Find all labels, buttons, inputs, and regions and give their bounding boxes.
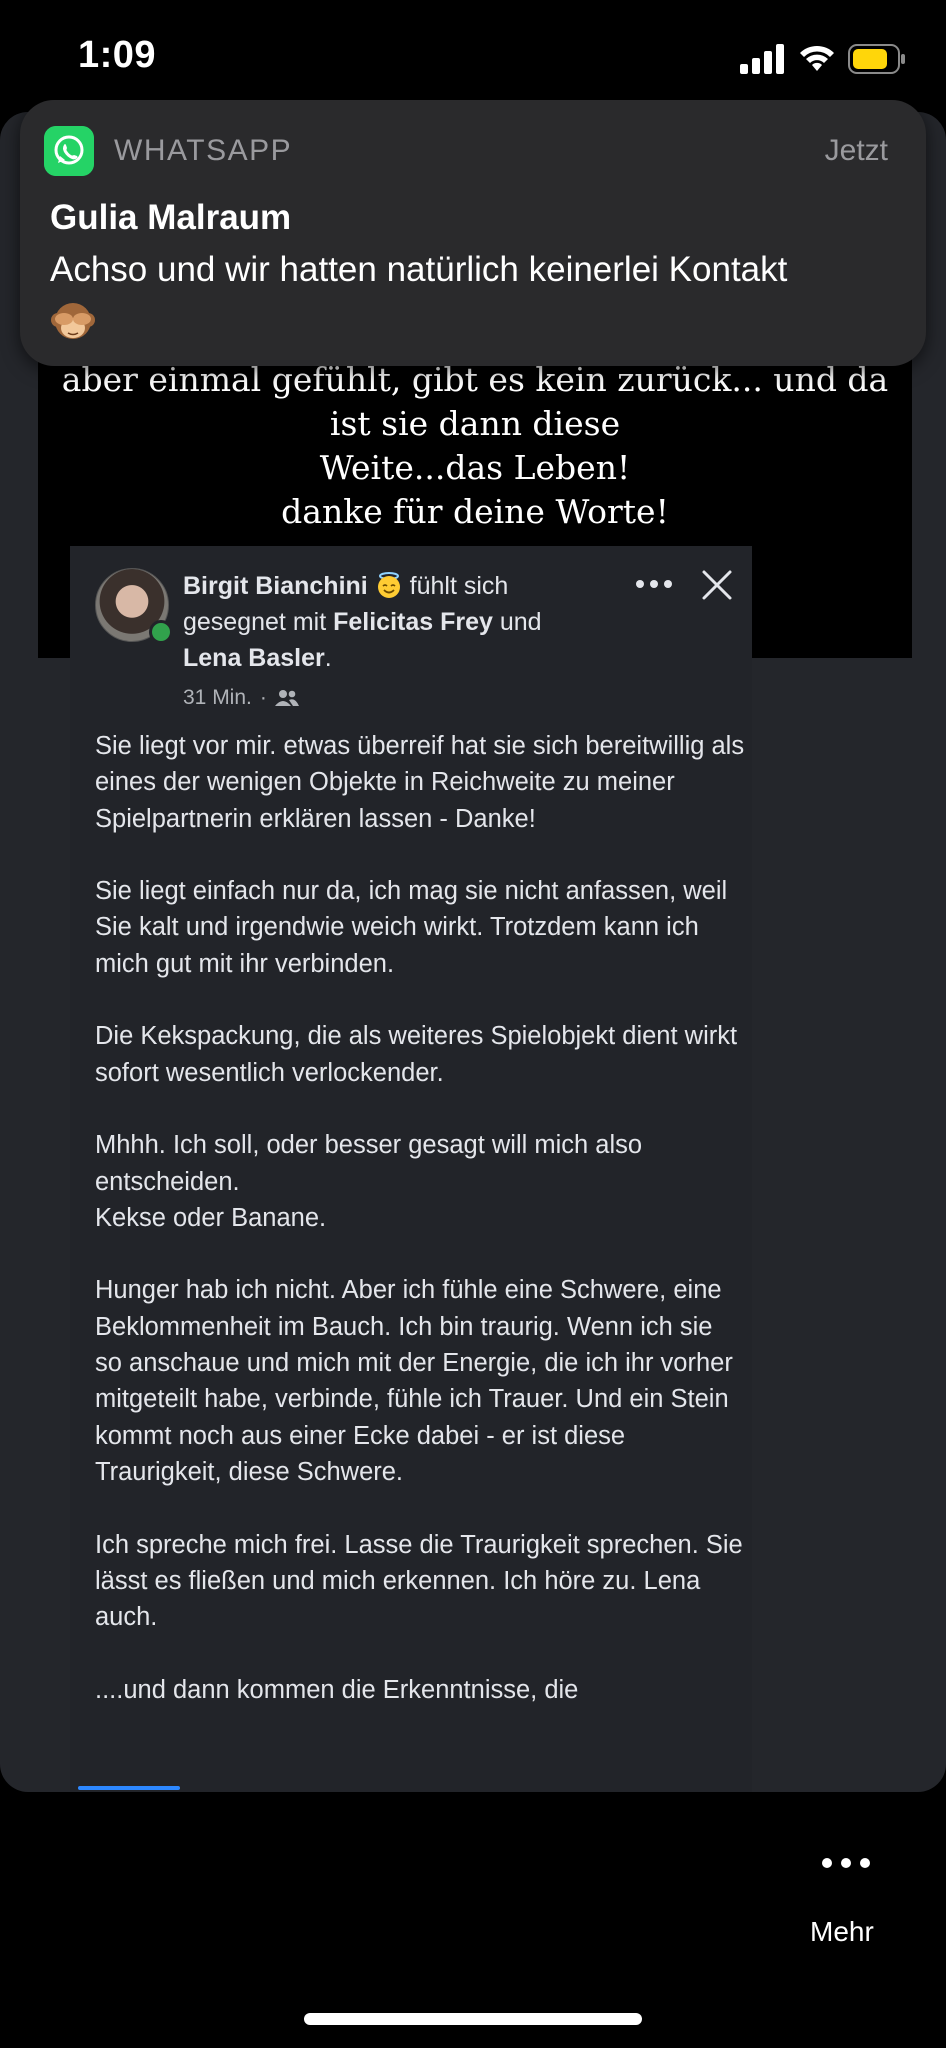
post-time[interactable]: 31 Min.	[183, 686, 252, 710]
period: .	[324, 644, 332, 672]
post-header: Birgit Bianchini fühlt sich gesegnet mit…	[183, 568, 613, 676]
see-no-evil-monkey-icon	[51, 303, 95, 339]
conjunction: und	[499, 608, 542, 636]
story-progress-bar	[78, 1786, 180, 1790]
whatsapp-icon	[44, 126, 94, 176]
more-icon[interactable]	[820, 1854, 872, 1872]
friends-icon	[274, 690, 299, 706]
home-indicator[interactable]	[304, 2013, 642, 2025]
status-time: 1:09	[78, 34, 157, 76]
post-paragraph: Mhhh. Ich soll, oder besser gesagt will …	[95, 1131, 643, 1196]
angel-emoji-icon	[377, 572, 400, 598]
more-label[interactable]: Mehr	[810, 1916, 874, 1948]
post-paragraph: Die Kekspackung, die als weiteres Spielo…	[95, 1022, 738, 1087]
post-paragraph: Kekse oder Banane.	[95, 1203, 327, 1232]
post-paragraph: Ich spreche mich frei. Lasse die Traurig…	[95, 1530, 743, 1632]
quote-line: danke für deine Worte!	[281, 492, 669, 531]
post-paragraph: ....und dann kommen die Erkenntnisse, di…	[95, 1675, 579, 1704]
post-body: Sie liegt vor mir. etwas überreif hat si…	[95, 728, 745, 1708]
meta-separator: ·	[259, 686, 267, 709]
tagged-person[interactable]: Felicitas Frey	[333, 608, 493, 636]
post-paragraph: Hunger hab ich nicht. Aber ich fühle ein…	[95, 1276, 733, 1486]
online-status-dot	[149, 620, 173, 644]
facebook-post: Birgit Bianchini fühlt sich gesegnet mit…	[70, 546, 752, 1792]
whatsapp-notification[interactable]: WHATSAPP Jetzt Gulia Malraum Achso und w…	[20, 100, 926, 366]
notification-message-text: Achso und wir hatten natürlich keinerlei…	[50, 250, 788, 289]
notification-message: Achso und wir hatten natürlich keinerlei…	[50, 246, 900, 344]
notification-sender: Gulia Malraum	[50, 198, 292, 237]
cellular-signal-icon	[740, 44, 784, 74]
feeling-text-2: gesegnet mit	[183, 608, 327, 636]
post-paragraph: Sie liegt vor mir. etwas überreif hat si…	[95, 732, 745, 833]
close-icon[interactable]	[700, 568, 734, 602]
tagged-person[interactable]: Lena Basler	[183, 644, 325, 672]
wifi-icon	[800, 45, 834, 71]
quote-line: Weite...das Leben!	[319, 448, 631, 487]
post-meta: 31 Min. ·	[183, 686, 299, 710]
quote-line: ist sie dann diese	[329, 404, 621, 443]
feeling-text: fühlt sich	[409, 572, 509, 600]
notification-time: Jetzt	[824, 134, 888, 167]
author-name[interactable]: Birgit Bianchini	[183, 572, 368, 600]
status-bar: 1:09	[0, 0, 946, 110]
post-paragraph: Sie liegt einfach nur da, ich mag sie ni…	[95, 877, 728, 978]
battery-icon	[848, 44, 905, 74]
more-options-icon[interactable]	[634, 576, 674, 592]
notification-app-name: WHATSAPP	[114, 134, 293, 167]
